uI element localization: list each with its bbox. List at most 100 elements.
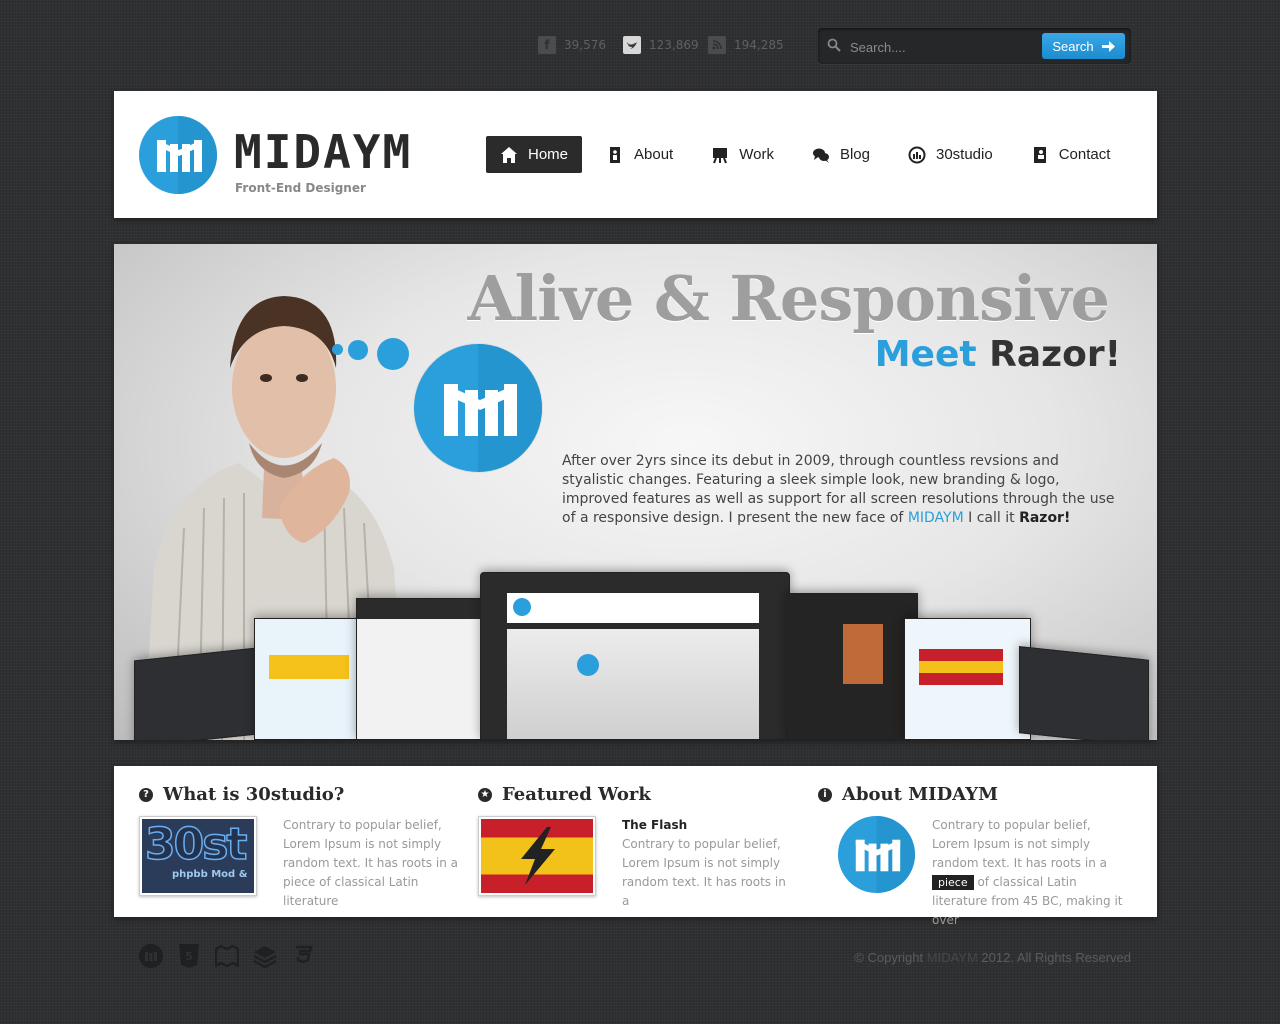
copyright-suffix: 2012. All Rights Reserved — [977, 950, 1131, 965]
thought-bubble-large — [377, 338, 409, 370]
nav-30studio-label: 30studio — [935, 146, 993, 163]
top-bar: f 39,576 123,869 194,285 Search — [0, 0, 1280, 70]
hero-subtitle-razor: Razor! — [989, 334, 1121, 375]
screenshot-header — [357, 599, 492, 619]
screenshots-showcase — [114, 572, 1157, 740]
twitter-count: 123,869 — [649, 38, 699, 52]
rss-icon — [708, 36, 726, 54]
logo-mark-icon — [855, 816, 915, 893]
brand-tagline: Front-End Designer — [235, 181, 366, 195]
document-icon — [610, 146, 621, 163]
hero-text-2: I call it — [963, 510, 1020, 526]
col-about-text: Contrary to popular belief, Lorem Ipsum … — [932, 816, 1132, 930]
twitter-counter[interactable]: 123,869 — [623, 36, 699, 54]
html5-icon[interactable]: 5 — [177, 944, 201, 968]
about-midaym-logo[interactable] — [838, 816, 915, 893]
midaym-link[interactable]: MIDAYM — [908, 510, 964, 526]
featured-work-title[interactable]: The Flash — [622, 816, 792, 835]
col-about-heading: About MIDAYM — [842, 784, 999, 805]
search-button[interactable]: Search — [1042, 33, 1125, 59]
hero-banner: Alive & Responsive Meet Razor! After ove… — [114, 244, 1157, 740]
rss-count: 194,285 — [734, 38, 784, 52]
facebook-icon: f — [538, 36, 556, 54]
col-featured-title: ★ Featured Work — [478, 784, 651, 805]
search-input[interactable] — [848, 36, 1052, 58]
nav-about[interactable]: About — [592, 136, 687, 173]
logo-mark-icon — [157, 116, 217, 194]
easel-icon — [713, 147, 728, 163]
css3-icon[interactable] — [291, 944, 315, 968]
thumb-the-flash[interactable] — [478, 816, 596, 896]
thought-bubble-medium — [348, 340, 368, 360]
footer-icons: 5 — [139, 944, 315, 968]
brand-name: MIDAYM — [234, 125, 413, 179]
svg-text:5: 5 — [185, 950, 193, 963]
search-icon — [827, 38, 841, 52]
arrow-right-icon — [1101, 40, 1115, 52]
chat-bubbles-icon — [812, 148, 829, 163]
nav-blog[interactable]: Blog — [798, 136, 884, 173]
featured-work-description: Contrary to popular belief, Lorem Ipsum … — [622, 837, 786, 908]
hero-description: After over 2yrs since its debut in 2009,… — [562, 452, 1122, 528]
midaym-logo[interactable] — [139, 116, 217, 194]
info-icon: i — [818, 787, 832, 802]
col-30studio-title: ? What is 30studio? — [139, 784, 344, 805]
screenshot-dark-right — [1019, 646, 1149, 740]
col-30studio-text: Contrary to popular belief, Lorem Ipsum … — [283, 818, 458, 908]
logo-mark-icon — [444, 344, 542, 472]
nav-blog-label: Blog — [839, 146, 870, 163]
hero-title: Alive & Responsive — [467, 262, 1110, 335]
thought-bubble-small — [332, 344, 343, 355]
screenshot-visuals — [786, 593, 918, 740]
screenshot-hero — [507, 629, 759, 739]
facebook-counter[interactable]: f 39,576 — [538, 36, 606, 54]
copyright: © Copyright MIDAYM 2012. All Rights Rese… — [854, 950, 1131, 965]
nav-30studio[interactable]: 30studio — [894, 136, 1007, 173]
col-about-title: i About MIDAYM — [818, 784, 998, 805]
about-text-1: Contrary to popular belief, Lorem Ipsum … — [932, 818, 1107, 870]
screenshot-razor-main — [480, 572, 790, 740]
search-button-label: Search — [1052, 38, 1094, 54]
screenshot-flag — [919, 649, 1003, 685]
hero-logo-badge — [414, 344, 542, 472]
hero-subtitle: Meet Razor! — [875, 334, 1121, 375]
screenshot-midaym-old — [356, 598, 493, 740]
col-30studio-heading: What is 30studio? — [163, 784, 345, 805]
screenshot-hero-logo — [577, 654, 599, 676]
gauge-icon — [908, 146, 926, 163]
lightning-bolt-icon — [521, 827, 555, 885]
site-header: MIDAYM Front-End Designer Home About Wor… — [114, 91, 1157, 218]
col-featured-text: The Flash Contrary to popular belief, Lo… — [622, 816, 792, 911]
copyright-prefix: © Copyright — [854, 950, 927, 965]
thumb-30studio-sub: phpbb Mod & — [172, 869, 248, 880]
hero-text-razor: Razor! — [1019, 510, 1071, 526]
home-icon — [501, 146, 517, 163]
screenshot-header — [507, 593, 759, 623]
screenshot-banner — [269, 655, 349, 679]
layers-icon[interactable] — [253, 944, 277, 968]
question-icon: ? — [139, 787, 153, 802]
nav-contact-label: Contact — [1058, 146, 1111, 163]
hero-subtitle-meet: Meet — [874, 334, 977, 375]
thumb-30studio[interactable]: 30st phpbb Mod & — [139, 816, 257, 896]
facebook-count: 39,576 — [564, 38, 606, 52]
col-about: i About MIDAYM — [818, 784, 998, 805]
nav-contact[interactable]: Contact — [1017, 136, 1125, 173]
col-30studio: ? What is 30studio? — [139, 784, 344, 805]
nav-work[interactable]: Work — [697, 136, 788, 173]
nav-home[interactable]: Home — [486, 136, 583, 173]
tooltip: piece — [932, 875, 974, 890]
copyright-brand-link[interactable]: MIDAYM — [927, 950, 978, 965]
info-section: ? What is 30studio? 30st phpbb Mod & Con… — [114, 766, 1157, 927]
screenshot-photo — [843, 624, 883, 684]
contact-card-icon — [1033, 146, 1046, 163]
search-box: Search — [818, 28, 1131, 64]
twitter-icon — [623, 36, 641, 54]
rss-counter[interactable]: 194,285 — [708, 36, 784, 54]
main-nav: Home About Work Blog 30studio Contact — [486, 136, 1134, 173]
nav-work-label: Work — [739, 146, 774, 163]
midaym-logo-icon[interactable] — [139, 944, 163, 968]
thumb-30studio-logo: 30st — [144, 819, 248, 871]
nav-home-label: Home — [528, 146, 569, 163]
book-icon[interactable] — [215, 944, 239, 968]
